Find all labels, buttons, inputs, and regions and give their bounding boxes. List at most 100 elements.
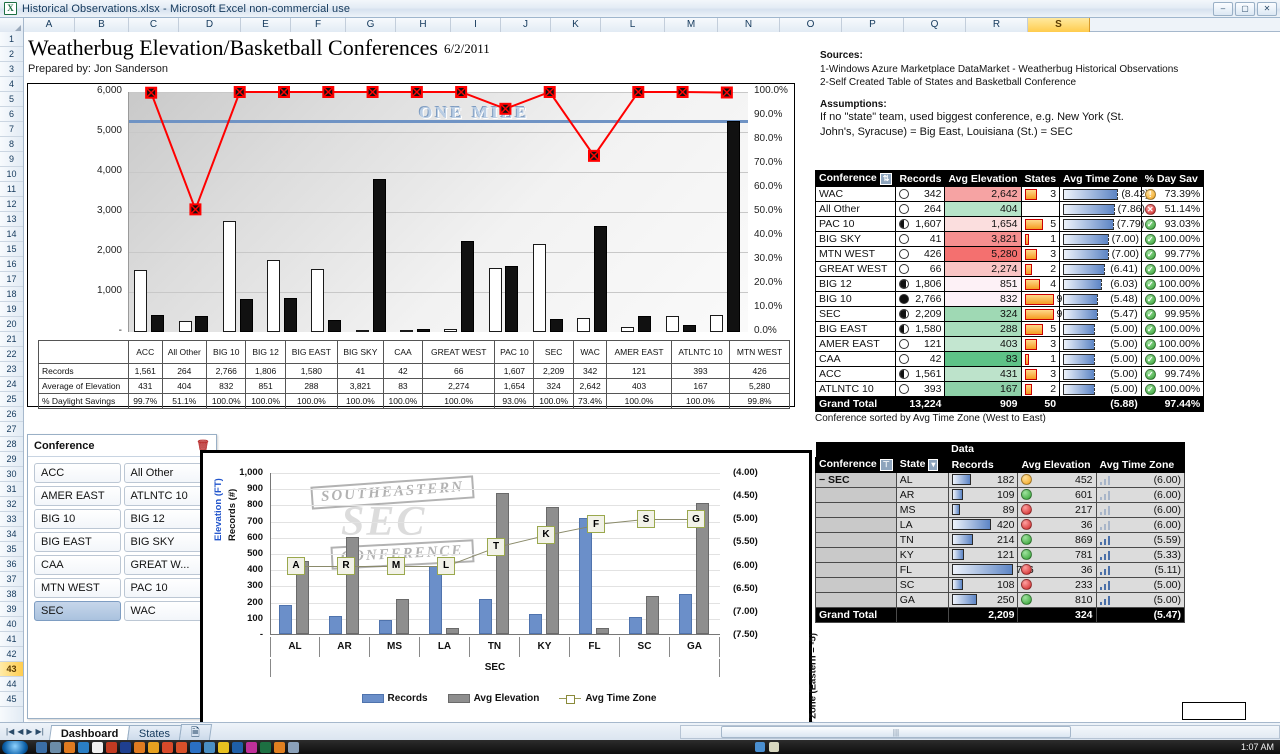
column-header-H[interactable]: H xyxy=(396,18,451,32)
column-header-R[interactable]: R xyxy=(966,18,1028,32)
windows-start-orb[interactable] xyxy=(2,741,28,754)
row-header-30[interactable]: 30 xyxy=(0,467,23,482)
sheet-tab-states[interactable]: States xyxy=(127,725,182,741)
column-header-B[interactable]: B xyxy=(75,18,129,32)
taskbar-icon-outlook[interactable] xyxy=(78,742,89,753)
row-header-18[interactable]: 18 xyxy=(0,287,23,302)
taskbar-icon-folder[interactable] xyxy=(218,742,229,753)
row-header-40[interactable]: 40 xyxy=(0,617,23,632)
pivot-header-states[interactable]: States xyxy=(1021,171,1060,187)
taskbar-icon-app1[interactable] xyxy=(106,742,117,753)
taskbar-icons[interactable] xyxy=(36,742,299,753)
conference-chart[interactable]: ONE MILE 6,0005,0004,0003,0002,0001,000-… xyxy=(27,83,795,407)
column-header-G[interactable]: G xyxy=(346,18,396,32)
nav-prev-icon[interactable]: ◀ xyxy=(17,727,23,736)
row-header-2[interactable]: 2 xyxy=(0,47,23,62)
sheet-tab-dashboard[interactable]: Dashboard xyxy=(49,725,131,741)
taskbar-icon-app5[interactable] xyxy=(176,742,187,753)
slicer-item-big-sky[interactable]: BIG SKY xyxy=(124,532,211,552)
column-header-N[interactable]: N xyxy=(718,18,780,32)
taskbar-icon-app7[interactable] xyxy=(204,742,215,753)
select-all-corner[interactable] xyxy=(0,18,24,32)
row-header-42[interactable]: 42 xyxy=(0,647,23,662)
row-header-39[interactable]: 39 xyxy=(0,602,23,617)
slicer-item-big-10[interactable]: BIG 10 xyxy=(34,509,121,529)
pivot-cell-conference[interactable] xyxy=(816,532,897,547)
column-header-S[interactable]: S xyxy=(1028,18,1090,32)
pivot-header-avg-elevation[interactable]: Avg Elevation xyxy=(1018,457,1096,472)
pivot-cell-conference[interactable] xyxy=(816,502,897,517)
slicer-item-wac[interactable]: WAC xyxy=(124,601,211,621)
pivot-header-avg-time-zone[interactable]: Avg Time Zone xyxy=(1096,457,1184,472)
row-header-4[interactable]: 4 xyxy=(0,77,23,92)
worksheet-dashboard[interactable]: Weatherbug Elevation/Basketball Conferen… xyxy=(24,32,1280,722)
row-header-20[interactable]: 20 xyxy=(0,317,23,332)
pivot-cell-conference[interactable]: − SEC xyxy=(816,472,897,487)
taskbar-icon-excel[interactable] xyxy=(260,742,271,753)
row-header-38[interactable]: 38 xyxy=(0,587,23,602)
taskbar-icon-firefox[interactable] xyxy=(64,742,75,753)
row-header-29[interactable]: 29 xyxy=(0,452,23,467)
row-header-14[interactable]: 14 xyxy=(0,227,23,242)
slicer-item-all-other[interactable]: All Other xyxy=(124,463,211,483)
pivot-header-conference[interactable]: Conference⊤ xyxy=(816,457,897,472)
pivot-header-avg-elevation[interactable]: Avg Elevation xyxy=(945,171,1021,187)
sheet-nav-arrows[interactable]: |◀ ◀ ▶ ▶| xyxy=(0,727,50,736)
filter-icon[interactable]: ⊤ xyxy=(880,459,893,471)
column-header-M[interactable]: M xyxy=(665,18,718,32)
row-header-25[interactable]: 25 xyxy=(0,392,23,407)
maximize-button[interactable]: ▢ xyxy=(1235,2,1255,16)
column-header-C[interactable]: C xyxy=(129,18,179,32)
row-header-37[interactable]: 37 xyxy=(0,572,23,587)
column-header-L[interactable]: L xyxy=(601,18,665,32)
row-header-36[interactable]: 36 xyxy=(0,557,23,572)
nav-next-icon[interactable]: ▶ xyxy=(26,727,32,736)
row-header-43[interactable]: 43 xyxy=(0,662,23,677)
taskbar-icon-media[interactable] xyxy=(50,742,61,753)
slicer-item-acc[interactable]: ACC xyxy=(34,463,121,483)
row-header-17[interactable]: 17 xyxy=(0,272,23,287)
row-header-33[interactable]: 33 xyxy=(0,512,23,527)
new-sheet-icon[interactable]: 🗎 xyxy=(179,724,212,740)
slicer-item-big-12[interactable]: BIG 12 xyxy=(124,509,211,529)
pivot-header-records[interactable]: Records xyxy=(948,457,1018,472)
column-header-I[interactable]: I xyxy=(451,18,501,32)
row-header-8[interactable]: 8 xyxy=(0,137,23,152)
nav-last-icon[interactable]: ▶| xyxy=(36,727,44,736)
row-header-22[interactable]: 22 xyxy=(0,347,23,362)
slicer-item-great-w-[interactable]: GREAT W... xyxy=(124,555,211,575)
row-header-44[interactable]: 44 xyxy=(0,677,23,692)
slicer-item-pac-10[interactable]: PAC 10 xyxy=(124,578,211,598)
column-header-F[interactable]: F xyxy=(291,18,346,32)
filter-icon[interactable]: ▾ xyxy=(928,459,938,471)
nav-first-icon[interactable]: |◀ xyxy=(6,727,14,736)
slicer-item-mtn-west[interactable]: MTN WEST xyxy=(34,578,121,598)
pivot-cell-conference[interactable] xyxy=(816,592,897,607)
row-header-9[interactable]: 9 xyxy=(0,152,23,167)
row-header-15[interactable]: 15 xyxy=(0,242,23,257)
slicer-item-caa[interactable]: CAA xyxy=(34,555,121,575)
column-header-J[interactable]: J xyxy=(501,18,551,32)
row-header-45[interactable]: 45 xyxy=(0,692,23,707)
taskbar-icon-app10[interactable] xyxy=(274,742,285,753)
row-header-11[interactable]: 11 xyxy=(0,182,23,197)
pivot-header-conference[interactable]: Conference⇅ xyxy=(816,171,896,187)
taskbar-icon-app2[interactable] xyxy=(120,742,131,753)
row-header-41[interactable]: 41 xyxy=(0,632,23,647)
taskbar-icon-chrome[interactable] xyxy=(162,742,173,753)
pivot-header-state[interactable]: State▾ xyxy=(896,457,948,472)
row-header-32[interactable]: 32 xyxy=(0,497,23,512)
tray-network-icon[interactable] xyxy=(755,742,765,752)
taskbar-icon-app6[interactable] xyxy=(190,742,201,753)
row-header-23[interactable]: 23 xyxy=(0,362,23,377)
column-header-Q[interactable]: Q xyxy=(904,18,966,32)
conference-pivot-table[interactable]: Conference⇅RecordsAvg ElevationStatesAvg… xyxy=(815,170,1185,424)
sort-icon[interactable]: ⇅ xyxy=(880,173,893,185)
slicer-item-amer-east[interactable]: AMER EAST xyxy=(34,486,121,506)
taskbar-clock[interactable]: 1:07 AM xyxy=(1241,742,1280,752)
row-header-21[interactable]: 21 xyxy=(0,332,23,347)
pivot-cell-conference[interactable] xyxy=(816,577,897,592)
slicer-item-big-east[interactable]: BIG EAST xyxy=(34,532,121,552)
slicer-items[interactable]: ACCAll OtherAMER EASTATLNTC 10BIG 10BIG … xyxy=(28,457,216,627)
slicer-item-sec[interactable]: SEC xyxy=(34,601,121,621)
